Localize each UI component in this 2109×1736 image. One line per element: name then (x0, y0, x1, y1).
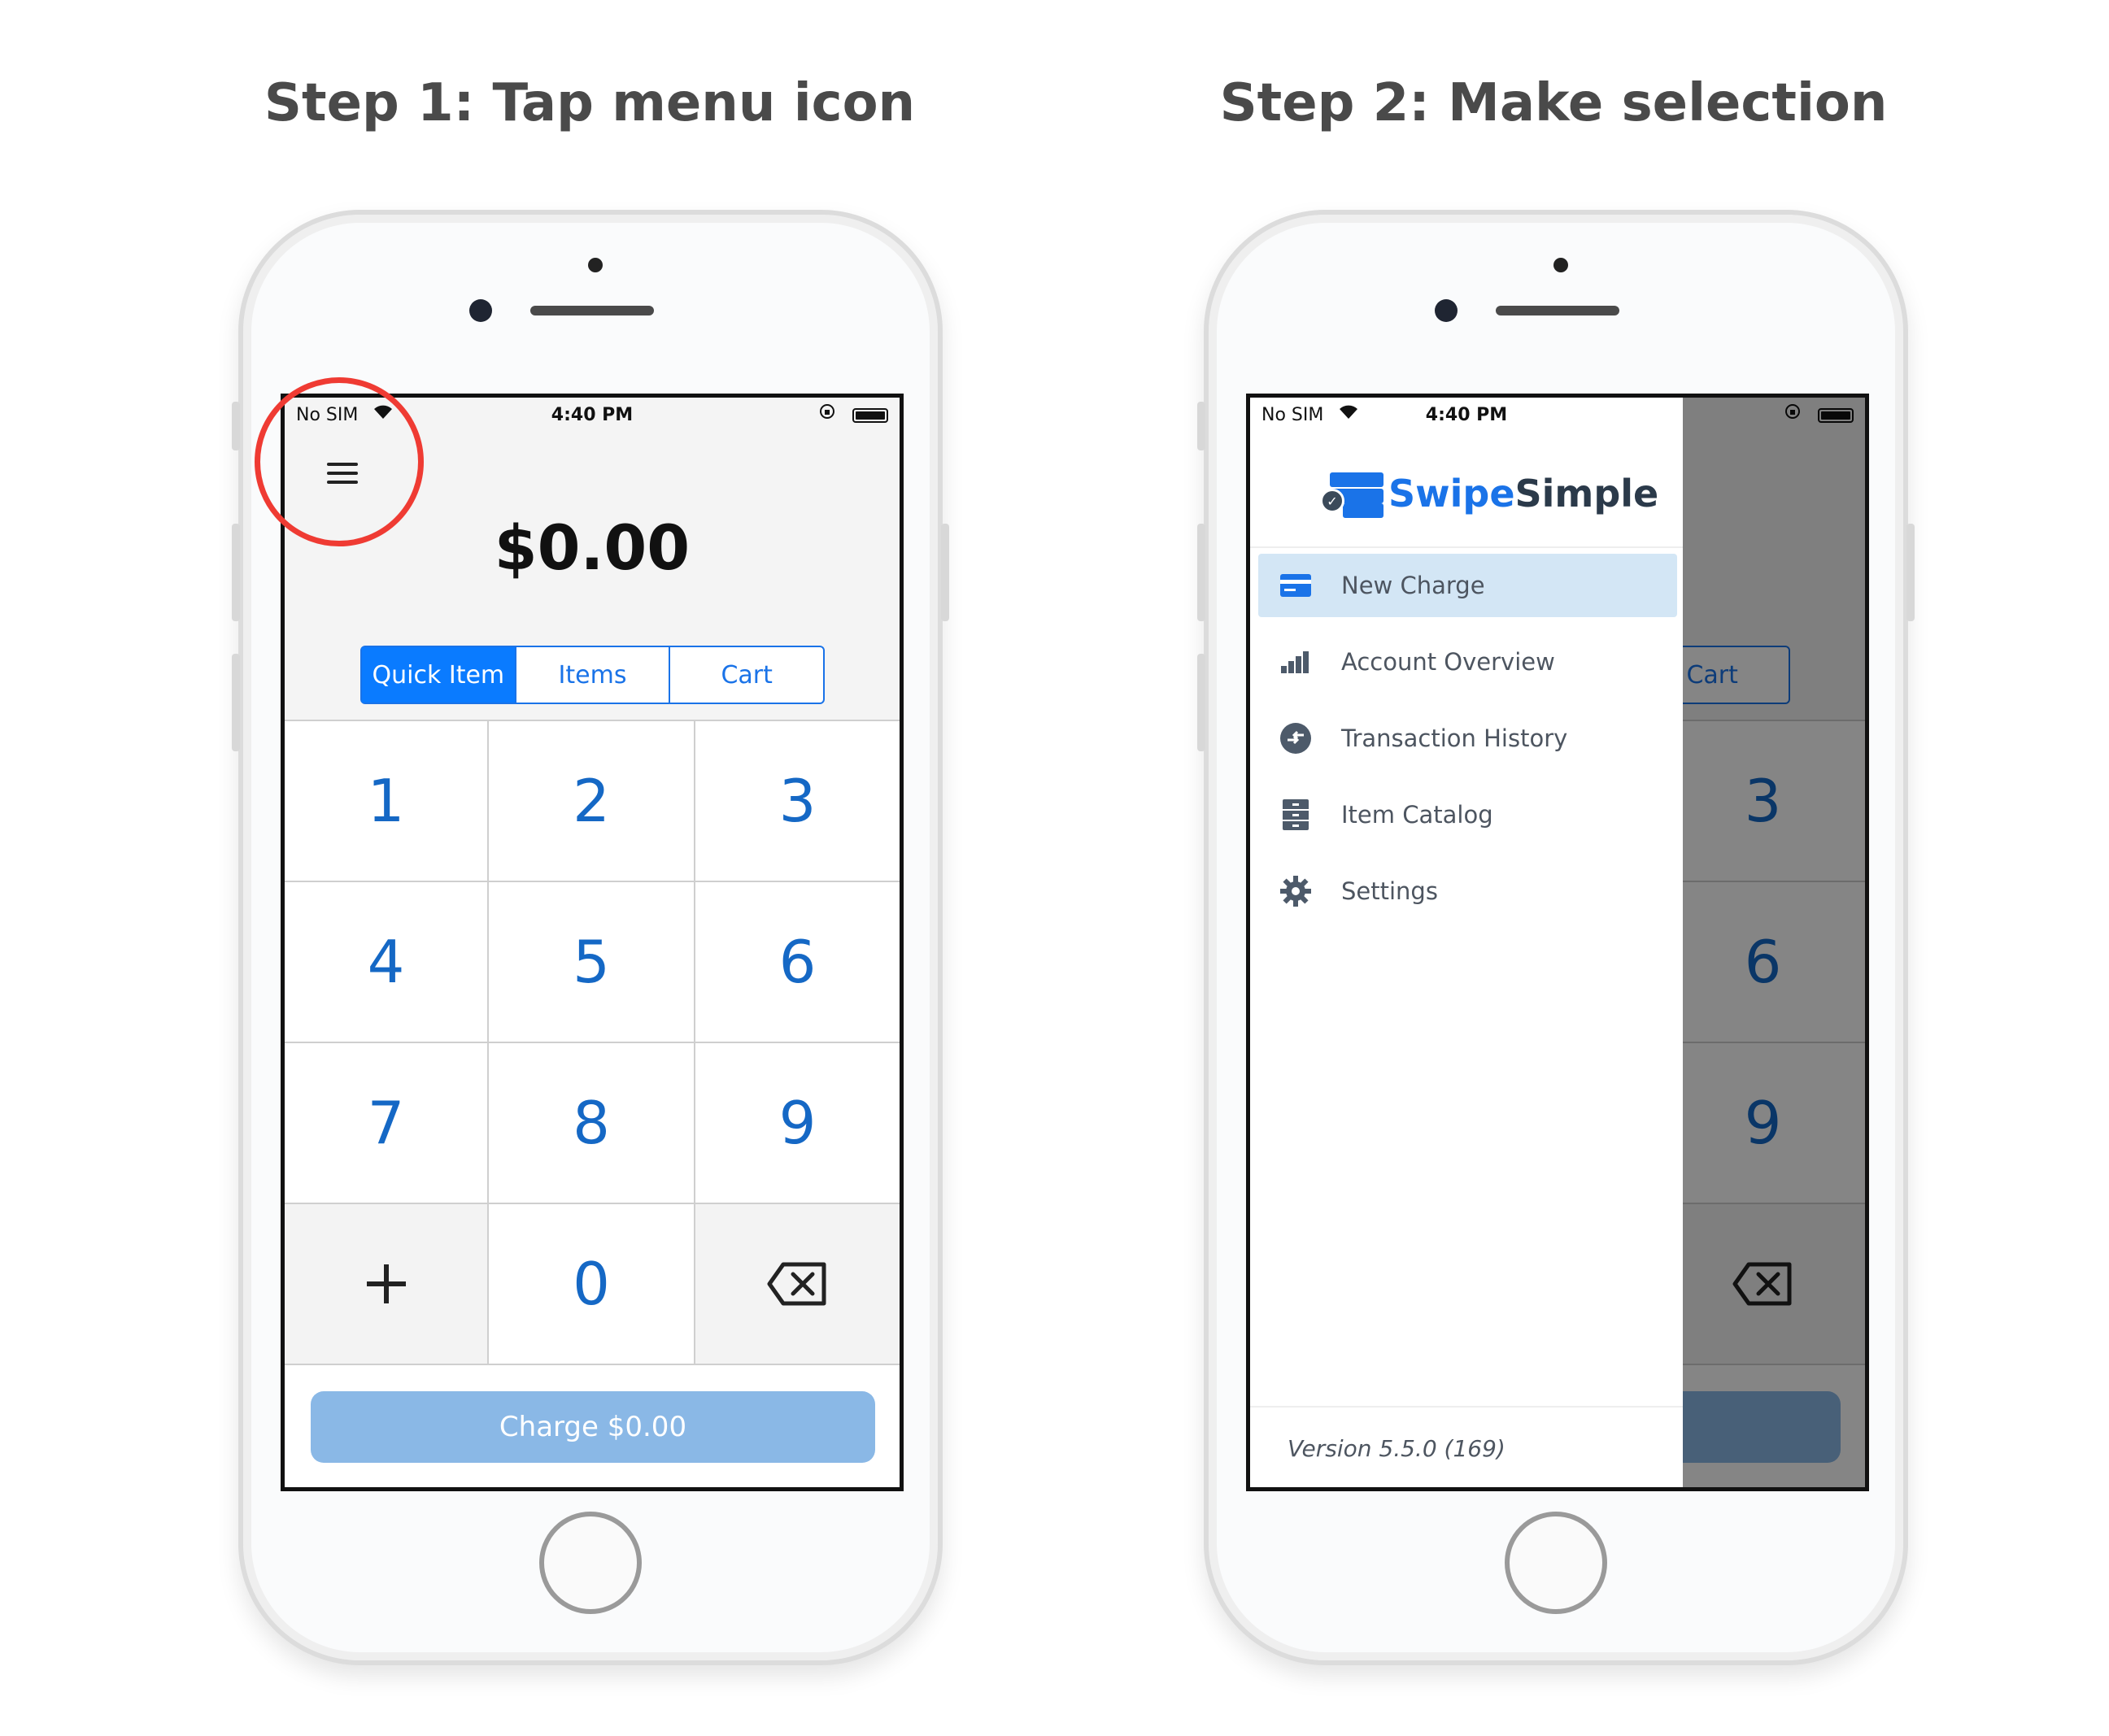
home-button (539, 1512, 642, 1614)
proximity-sensor (588, 258, 603, 272)
backspace-icon (767, 1262, 826, 1306)
key-9[interactable]: 9 (695, 1042, 900, 1203)
menu-item-label: Item Catalog (1341, 801, 1493, 829)
key-2[interactable]: 2 (489, 720, 695, 881)
key-5[interactable]: 5 (489, 881, 695, 1042)
earpiece-speaker (530, 306, 654, 315)
volume-up-button (232, 524, 240, 621)
key-4[interactable]: 4 (285, 881, 489, 1042)
phone-step2: Quick Item Items Cart 1 2 3 4 5 6 7 8 9 … (1197, 210, 1915, 1665)
keypad: 1 2 3 4 5 6 7 8 9 0 (285, 720, 900, 1364)
menu-item-item-catalog[interactable]: Item Catalog (1258, 783, 1677, 846)
gear-icon (1279, 875, 1312, 907)
menu-item-settings[interactable]: Settings (1258, 859, 1677, 923)
menu-item-label: New Charge (1341, 572, 1485, 599)
volume-up-button (1197, 524, 1205, 621)
brand-name-primary: Swipe (1388, 472, 1515, 516)
earpiece-speaker (1496, 306, 1619, 315)
charge-bar: Charge $0.00 (285, 1364, 900, 1487)
tab-cart[interactable]: Cart (670, 647, 823, 703)
key-7[interactable]: 7 (285, 1042, 489, 1203)
volume-down-button (232, 654, 240, 751)
menu-item-new-charge[interactable]: New Charge (1258, 554, 1677, 617)
orientation-lock-icon (818, 402, 836, 425)
mute-switch (232, 402, 240, 450)
logo-card-icon: ✓ (1320, 471, 1383, 518)
charge-button[interactable]: Charge $0.00 (311, 1391, 875, 1463)
plus-icon (366, 1264, 406, 1303)
highlight-circle (255, 377, 424, 546)
tab-items[interactable]: Items (516, 647, 671, 703)
tab-quick-item[interactable]: Quick Item (362, 647, 516, 703)
backspace-key[interactable] (695, 1203, 900, 1364)
menu-item-account-overview[interactable]: Account Overview (1258, 630, 1677, 694)
mode-segmented-control: Quick Item Items Cart (360, 646, 825, 704)
battery-icon (852, 408, 888, 423)
history-icon (1279, 722, 1312, 755)
status-bar: No SIM 4:40 PM (1250, 398, 1683, 433)
plus-key[interactable] (285, 1203, 489, 1364)
key-1[interactable]: 1 (285, 720, 489, 881)
brand-name-secondary: Simple (1514, 472, 1659, 516)
mute-switch (1197, 402, 1205, 450)
status-time: 4:40 PM (1425, 405, 1508, 425)
app-version: Version 5.5.0 (169) (1250, 1406, 1683, 1487)
key-6[interactable]: 6 (695, 881, 900, 1042)
menu-item-transaction-history[interactable]: Transaction History (1258, 707, 1677, 770)
check-icon: ✓ (1320, 489, 1344, 513)
menu-item-label: Transaction History (1341, 724, 1568, 752)
key-8[interactable]: 8 (489, 1042, 695, 1203)
power-button (941, 524, 949, 621)
menu-item-label: Settings (1341, 877, 1438, 905)
key-0[interactable]: 0 (489, 1203, 695, 1364)
step2-title: Step 2: Make selection (1219, 73, 1888, 133)
charge-screen: No SIM 4:40 PM $0.00 Quick Item Items Ca… (281, 394, 904, 1491)
home-button (1505, 1512, 1607, 1614)
proximity-sensor (1553, 258, 1568, 272)
menu-item-label: Account Overview (1341, 648, 1555, 676)
front-camera (469, 299, 492, 322)
front-camera (1435, 299, 1458, 322)
brand-logo: ✓ Swipe Simple (1320, 469, 1658, 518)
step1-title: Step 1: Tap menu icon (264, 73, 916, 133)
cabinet-icon (1279, 798, 1312, 831)
power-button (1906, 524, 1915, 621)
drawer-divider (1250, 546, 1683, 548)
navigation-drawer: No SIM 4:40 PM ✓ Swipe Simple New Charge… (1250, 398, 1683, 1487)
bar-chart-icon (1279, 646, 1312, 678)
volume-down-button (1197, 654, 1205, 751)
card-icon (1279, 569, 1312, 602)
menu-screen: Quick Item Items Cart 1 2 3 4 5 6 7 8 9 … (1246, 394, 1869, 1491)
key-3[interactable]: 3 (695, 720, 900, 881)
